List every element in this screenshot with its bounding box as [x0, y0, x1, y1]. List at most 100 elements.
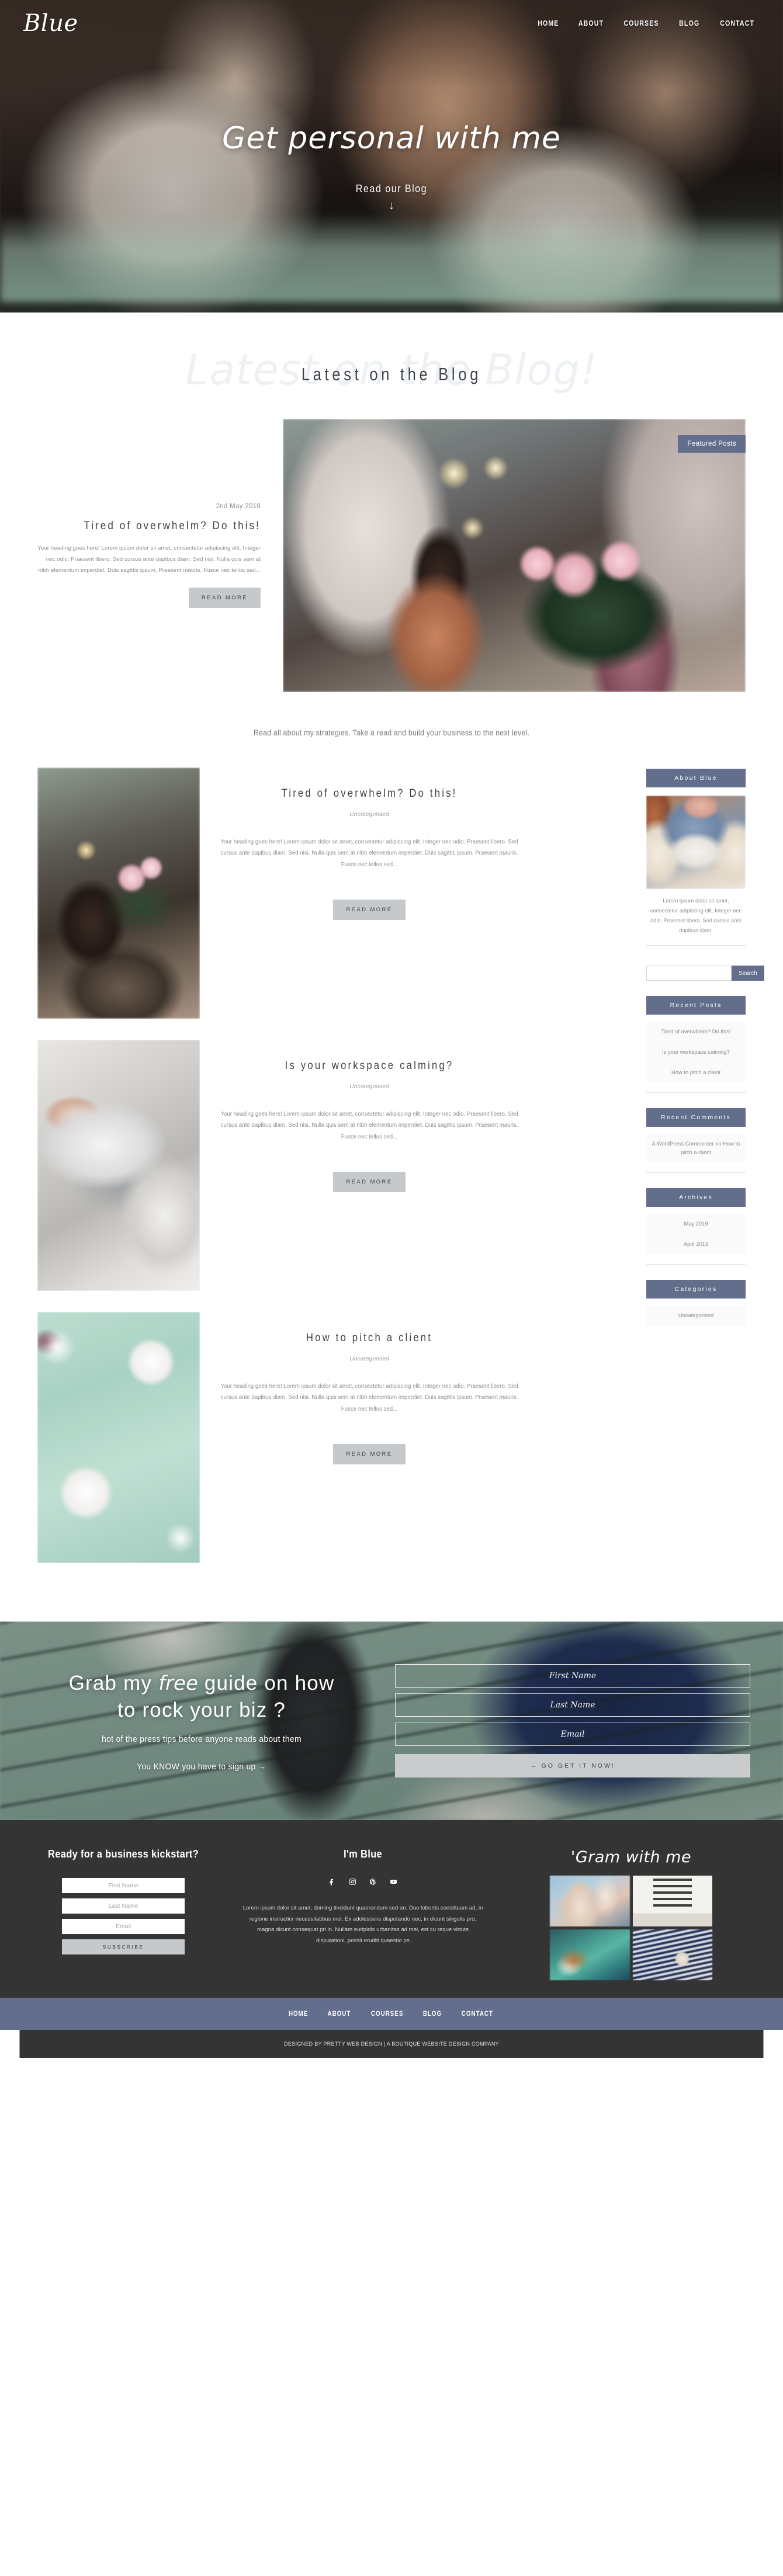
instagram-thumb[interactable] — [550, 1876, 630, 1926]
instagram-thumb[interactable] — [632, 1929, 712, 1980]
post-content: How to pitch a client Uncategorised Your… — [200, 1312, 534, 1465]
blog-content-area: Tired of overwhelm? Do this! Uncategoris… — [0, 768, 783, 1584]
footer-nav-item-about[interactable]: ABOUT — [327, 2011, 351, 2018]
site-footer: Ready for a business kickstart? SUBSCRIB… — [0, 1820, 783, 1998]
instagram-thumb[interactable] — [632, 1876, 712, 1926]
list-item[interactable]: April 2019 — [646, 1234, 746, 1255]
post-thumbnail[interactable] — [37, 1312, 200, 1563]
optin-heading-part1: Grab my — [68, 1671, 159, 1695]
optin-last-name-input[interactable] — [395, 1693, 750, 1717]
post-title[interactable]: How to pitch a client — [238, 1332, 501, 1345]
featured-read-more-button[interactable]: READ MORE — [188, 588, 261, 609]
post-thumbnail[interactable] — [37, 768, 200, 1019]
post-read-more-button[interactable]: READ MORE — [333, 1444, 406, 1465]
nav-item-about[interactable]: ABOUT — [578, 19, 603, 27]
optin-form: → GO GET IT NOW! — [395, 1664, 750, 1777]
footer-first-name-input[interactable] — [62, 1878, 185, 1893]
post-category[interactable]: Uncategorised — [220, 1083, 519, 1090]
instagram-thumb[interactable] — [550, 1929, 630, 1980]
list-item[interactable]: Uncategorised — [646, 1305, 746, 1326]
featured-post-date: 2nd May 2019 — [216, 502, 261, 510]
hero-read-blog-link[interactable]: Read our Blog — [356, 183, 427, 195]
youtube-icon[interactable] — [390, 1878, 397, 1886]
footer-gram-heading: 'Gram with me — [570, 1848, 692, 1866]
footer-subscribe-column: Ready for a business kickstart? SUBSCRIB… — [27, 1848, 220, 1980]
recent-comments-list: A WordPress Commenter on How to pitch a … — [646, 1134, 746, 1163]
post-excerpt: Your heading goes here! Lorem ipsum dolo… — [220, 1111, 518, 1140]
widget-recent-posts: Recent Posts Tired of overwhelm? Do this… — [646, 996, 746, 1093]
post-photo-laptop — [37, 1040, 200, 1291]
list-item[interactable]: May 2019 — [646, 1213, 746, 1234]
site-header: Blue HOME ABOUT COURSES BLOG CONTACT — [0, 0, 783, 41]
footer-email-input[interactable] — [62, 1919, 185, 1934]
nav-item-courses[interactable]: COURSES — [624, 19, 659, 27]
widget-divider — [646, 945, 746, 946]
post-title[interactable]: Tired of overwhelm? Do this! — [238, 787, 501, 800]
footer-nav-item-courses[interactable]: COURSES — [370, 2011, 403, 2018]
footer-navigation: HOME ABOUT COURSES BLOG CONTACT — [0, 1998, 783, 2030]
post-actions: READ MORE — [220, 1432, 519, 1465]
post-content: Is your workspace calming? Uncategorised… — [200, 1040, 534, 1193]
featured-post-image[interactable]: Featured Posts — [283, 419, 746, 692]
optin-note: You KNOW you have to sign up → — [137, 1762, 266, 1772]
search-button[interactable]: Search — [732, 966, 764, 981]
optin-heading: Grab my free guide on how to rock your bi… — [23, 1670, 380, 1724]
list-item[interactable]: Is your workspace calming? — [646, 1042, 746, 1063]
footer-subscribe-button[interactable]: SUBSCRIBE — [62, 1939, 185, 1954]
list-item[interactable]: How to pitch a client — [646, 1063, 746, 1084]
post-photo-coffee — [37, 1312, 200, 1563]
optin-section: Grab my free guide on how to rock your bi… — [0, 1622, 783, 1820]
site-logo[interactable]: Blue — [23, 9, 78, 35]
footer-subscribe-heading: Ready for a business kickstart? — [47, 1848, 199, 1860]
hero-section: Blue HOME ABOUT COURSES BLOG CONTACT Get… — [0, 0, 783, 313]
optin-subheading: hot of the press tips before anyone read… — [102, 1734, 302, 1745]
post-list: Tired of overwhelm? Do this! Uncategoris… — [37, 768, 534, 1584]
footer-last-name-input[interactable] — [62, 1898, 185, 1914]
footer-nav-item-blog[interactable]: BLOG — [423, 2011, 442, 2018]
optin-inner: Grab my free guide on how to rock your bi… — [0, 1622, 783, 1820]
featured-post-title[interactable]: Tired of overwhelm? Do this! — [60, 518, 261, 534]
facebook-icon[interactable] — [328, 1878, 336, 1886]
list-item[interactable]: Tired of overwhelm? Do this! — [646, 1022, 746, 1043]
about-blue-image — [646, 796, 746, 889]
post-excerpt: Your heading goes here! Lorem ipsum dolo… — [220, 839, 518, 868]
hero-title: Get personal with me — [222, 121, 561, 156]
archives-list: May 2019 April 2019 — [646, 1213, 746, 1255]
optin-email-input[interactable] — [395, 1723, 750, 1746]
search-input[interactable] — [646, 966, 732, 981]
nav-item-home[interactable]: HOME — [538, 19, 559, 27]
featured-post-text: 2nd May 2019 Tired of overwhelm? Do this… — [37, 503, 283, 609]
search-widget: Search — [646, 966, 764, 981]
widget-recent-comments: Recent Comments A WordPress Commenter on… — [646, 1108, 746, 1173]
footer-about-column: I'm Blue Lorem ipsum dolor sit amet, dom… — [237, 1848, 488, 1980]
optin-first-name-input[interactable] — [395, 1664, 750, 1688]
post-thumbnail[interactable] — [37, 1040, 200, 1291]
nav-item-contact[interactable]: CONTACT — [720, 19, 754, 27]
nav-item-blog[interactable]: BLOG — [680, 19, 700, 27]
footer-nav-item-home[interactable]: HOME — [289, 2011, 308, 2018]
footer-nav-item-contact[interactable]: CONTACT — [462, 2011, 493, 2018]
post-read-more-button[interactable]: READ MORE — [333, 1172, 406, 1193]
footer-gram-column: 'Gram with me — [506, 1848, 756, 1980]
post-read-more-button[interactable]: READ MORE — [333, 900, 406, 921]
optin-copy: Grab my free guide on how to rock your bi… — [23, 1670, 380, 1772]
post-category[interactable]: Uncategorised — [220, 1355, 519, 1362]
post-category[interactable]: Uncategorised — [220, 811, 519, 818]
optin-heading-free: free — [158, 1671, 198, 1695]
list-item[interactable]: A WordPress Commenter on How to pitch a … — [646, 1134, 746, 1163]
featured-photo-flowers — [283, 419, 746, 692]
down-arrow-icon[interactable]: ↓ — [0, 200, 783, 211]
main-navigation: HOME ABOUT COURSES BLOG CONTACT — [536, 9, 757, 27]
widget-divider — [646, 1172, 746, 1173]
hero-cta-wrap: Read our Blog ↓ — [0, 183, 783, 211]
widget-title-recent-posts: Recent Posts — [646, 996, 746, 1015]
latest-blog-section: Latest on the Blog! Latest on the Blog — [0, 313, 783, 399]
post-title[interactable]: Is your workspace calming? — [238, 1060, 501, 1072]
optin-submit-button[interactable]: → GO GET IT NOW! — [395, 1754, 750, 1777]
post-actions: READ MORE — [220, 1160, 519, 1193]
footer-about-text: Lorem ipsum dolor sit amet, doming tinci… — [242, 1905, 483, 1945]
featured-post-excerpt: Your heading goes here! Lorem ipsum dolo… — [37, 545, 261, 574]
widget-about-blue: About Blue Lorem ipsum dolor sit amet, c… — [646, 769, 764, 981]
pinterest-icon[interactable] — [369, 1878, 377, 1886]
instagram-icon[interactable] — [349, 1878, 356, 1886]
